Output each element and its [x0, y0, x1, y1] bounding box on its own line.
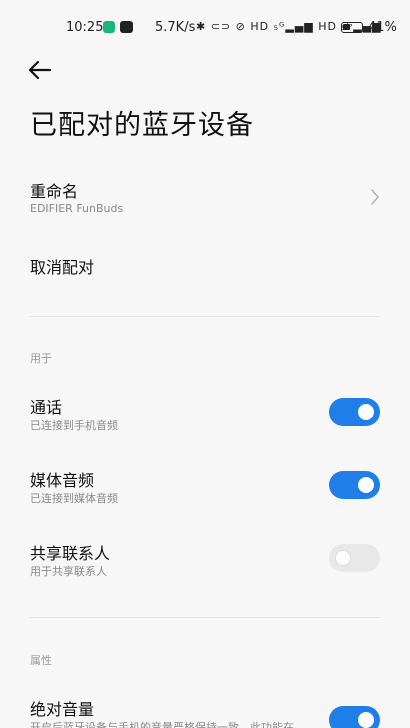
rename-row[interactable]: 重命名 EDIFIER FunBuds — [0, 170, 410, 230]
status-time: 10:25 — [66, 20, 104, 35]
call-audio-subtitle: 已连接到手机音频 — [30, 419, 118, 432]
app-notification-icon — [103, 21, 115, 33]
page-title: 已配对的蓝牙设备 — [30, 110, 254, 141]
battery-percent: 41% — [368, 20, 397, 35]
media-audio-toggle[interactable] — [329, 471, 380, 499]
absolute-volume-row[interactable]: 绝对音量 开启后蓝牙设备与手机的音量严格保持一致，此功能在 — [0, 690, 410, 728]
battery-fill — [343, 24, 350, 30]
unpair-title: 取消配对 — [30, 258, 95, 277]
media-audio-subtitle: 已连接到媒体音频 — [30, 492, 118, 505]
rename-device-name: EDIFIER FunBuds — [30, 202, 124, 215]
absolute-volume-toggle[interactable] — [329, 706, 380, 728]
toggle-knob — [335, 550, 351, 566]
toggle-knob — [358, 404, 374, 420]
share-contacts-title: 共享联系人 — [30, 544, 111, 563]
network-speed: 5.7K/s — [155, 20, 196, 35]
absolute-volume-subtitle: 开启后蓝牙设备与手机的音量严格保持一致，此功能在 — [30, 721, 294, 728]
call-audio-row[interactable]: 通话 已连接到手机音频 — [0, 388, 410, 438]
divider — [30, 316, 380, 317]
share-contacts-toggle[interactable] — [329, 544, 380, 572]
media-audio-row[interactable]: 媒体音频 已连接到媒体音频 — [0, 461, 410, 511]
call-audio-title: 通话 — [30, 398, 63, 417]
app-notification-icon-2 — [120, 21, 133, 33]
divider — [30, 617, 380, 618]
unpair-row[interactable]: 取消配对 — [0, 246, 410, 286]
rename-title: 重命名 — [30, 182, 79, 201]
back-button[interactable] — [24, 56, 58, 84]
chevron-right-icon — [371, 189, 379, 205]
absolute-volume-title: 绝对音量 — [30, 700, 95, 719]
arrow-left-icon — [28, 60, 52, 80]
media-audio-title: 媒体音频 — [30, 471, 95, 490]
call-audio-toggle[interactable] — [329, 398, 380, 426]
status-bar: 10:25 5.7K/s ✱ ⊂⊃ ⊘ HD ₅ᴳ▂▄▆ HD ₅ᴳ▂▄▆ 41… — [0, 0, 410, 56]
section-label-usage: 用于 — [30, 352, 52, 365]
share-contacts-row[interactable]: 共享联系人 用于共享联系人 — [0, 534, 410, 584]
toggle-knob — [358, 477, 374, 493]
share-contacts-subtitle: 用于共享联系人 — [30, 565, 107, 578]
section-label-properties: 属性 — [30, 654, 52, 667]
battery-icon — [341, 22, 366, 33]
toggle-knob — [358, 712, 374, 728]
